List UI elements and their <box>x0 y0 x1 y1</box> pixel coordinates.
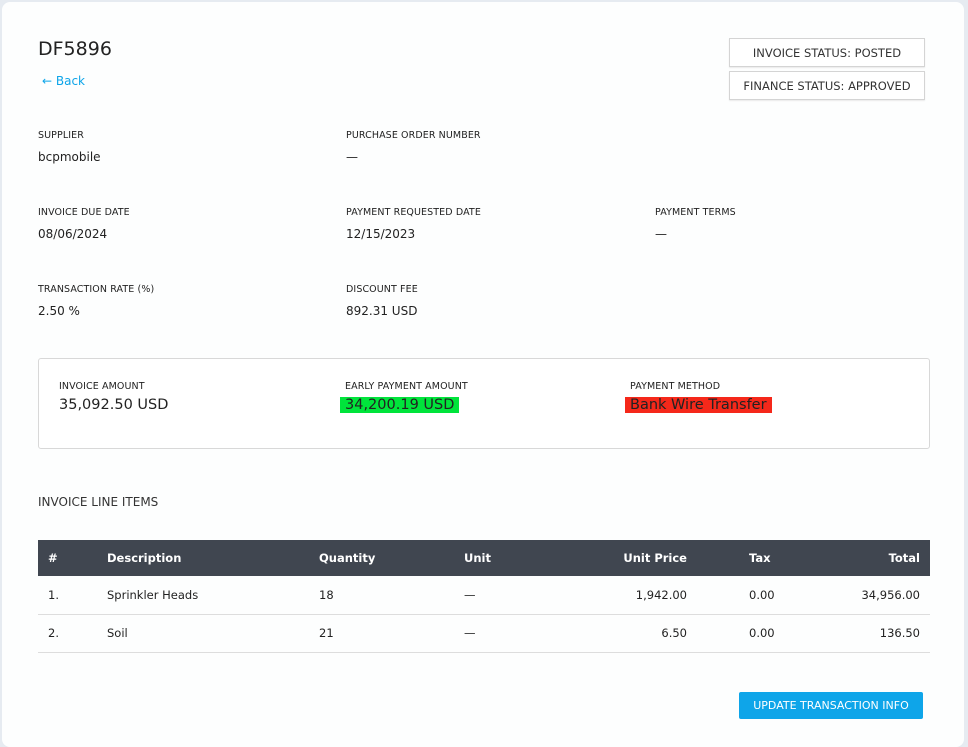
invoice-amount: INVOICE AMOUNT 35,092.50 USD <box>59 381 173 413</box>
value: Bank Wire Transfer <box>625 397 772 413</box>
label: INVOICE AMOUNT <box>59 381 145 392</box>
line-items-title: INVOICE LINE ITEMS <box>38 495 159 509</box>
label: EARLY PAYMENT AMOUNT <box>345 381 468 392</box>
label: PURCHASE ORDER NUMBER <box>346 130 481 141</box>
early-payment-amount: EARLY PAYMENT AMOUNT 34,200.19 USD <box>340 381 468 413</box>
value: 2.50 % <box>38 304 80 318</box>
value: 34,200.19 USD <box>340 397 460 413</box>
cell: — <box>454 576 564 615</box>
back-link[interactable]: ← Back <box>42 74 85 88</box>
po-field: PURCHASE ORDER NUMBER — <box>346 130 481 164</box>
cell: 0.00 <box>697 576 785 615</box>
col-tax: Tax <box>697 540 785 576</box>
cell: 1. <box>38 576 97 615</box>
cell: 0.00 <box>697 614 785 653</box>
cell: Soil <box>97 614 309 653</box>
invoice-status-badge: INVOICE STATUS: POSTED <box>729 38 925 67</box>
cell: — <box>454 614 564 653</box>
label: TRANSACTION RATE (%) <box>38 284 155 295</box>
col-description: Description <box>97 540 309 576</box>
table-row: 1. Sprinkler Heads 18—1,942.00 0.00 34,956.0… <box>38 576 930 615</box>
cell: 18 <box>309 576 454 615</box>
col-quantity: Quantity <box>309 540 454 576</box>
value: — <box>346 150 358 164</box>
cell: 136.50 <box>784 614 930 653</box>
payment-method: PAYMENT METHOD Bank Wire Transfer <box>625 381 772 413</box>
col-total: Total <box>784 540 930 576</box>
col-number: # <box>38 540 97 576</box>
summary-box: INVOICE AMOUNT 35,092.50 USD EARLY PAYMEN… <box>38 358 930 449</box>
value: 35,092.50 USD <box>59 397 169 413</box>
line-items-table: # Description Quantity Unit Unit Price T… <box>38 540 930 653</box>
supplier-field: SUPPLIER bcpmobile <box>38 130 101 164</box>
transaction-rate-field: TRANSACTION RATE (%) 2.50 % <box>38 284 154 318</box>
cell: 2. <box>38 614 97 653</box>
value: 892.31 USD <box>346 304 418 318</box>
col-unit: Unit <box>454 540 564 576</box>
label: PAYMENT REQUESTED DATE <box>346 207 481 218</box>
cell: 6.50 <box>564 614 697 653</box>
cell: 1,942.00 <box>564 576 697 615</box>
value: bcpmobile <box>38 150 101 164</box>
cell: 34,956.00 <box>784 576 930 615</box>
label: PAYMENT TERMS <box>655 207 736 218</box>
label: INVOICE DUE DATE <box>38 207 130 218</box>
requested-date-field: PAYMENT REQUESTED DATE 12/15/2023 <box>346 207 481 241</box>
value: 08/06/2024 <box>38 227 108 241</box>
value: 12/15/2023 <box>346 227 416 241</box>
finance-status-badge: FINANCE STATUS: APPROVED <box>729 71 925 100</box>
cell: 21 <box>309 614 454 653</box>
value: — <box>655 227 667 241</box>
payment-terms-field: PAYMENT TERMS — <box>655 207 736 241</box>
col-unit-price: Unit Price <box>564 540 697 576</box>
label: DISCOUNT FEE <box>346 284 418 295</box>
table-header: # Description Quantity Unit Unit Price T… <box>38 540 930 576</box>
label: PAYMENT METHOD <box>630 381 721 392</box>
cell: Sprinkler Heads <box>97 576 309 615</box>
due-date-field: INVOICE DUE DATE 08/06/2024 <box>38 207 130 241</box>
discount-fee-field: DISCOUNT FEE 892.31 USD <box>346 284 418 318</box>
update-transaction-info-button[interactable]: UPDATE TRANSACTION INFO <box>739 692 923 719</box>
table-row: 2. Soil 21—6.50 0.00 136.50 <box>38 614 930 653</box>
page-title: DF5896 <box>38 38 112 60</box>
label: SUPPLIER <box>38 130 84 141</box>
